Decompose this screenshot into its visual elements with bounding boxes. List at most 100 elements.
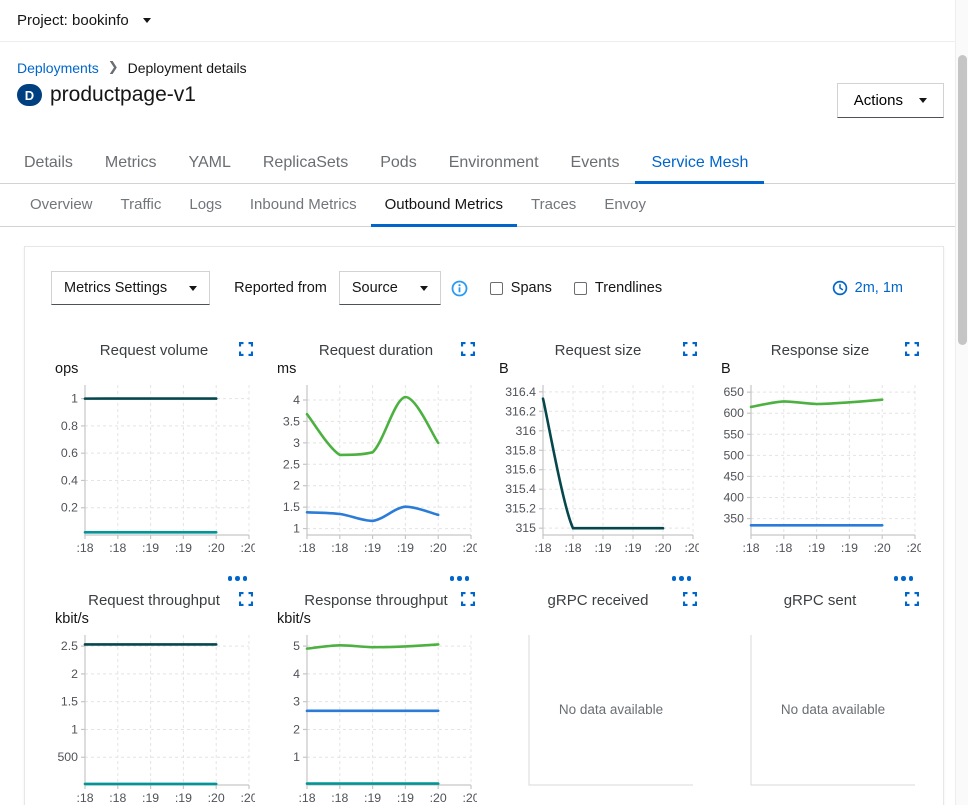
spans-checkbox-group[interactable]: Spans: [490, 280, 552, 296]
chart-request-throughput: Request throughputkbit/s50011.522.5:18:1…: [55, 589, 255, 805]
chevron-right-icon: ❯: [108, 59, 119, 75]
trendlines-checkbox-group[interactable]: Trendlines: [574, 280, 662, 296]
clock-icon: [832, 280, 848, 296]
chart-unit-label: kbit/s: [55, 611, 255, 629]
subtab-traces[interactable]: Traces: [517, 184, 590, 226]
subtab-overview[interactable]: Overview: [16, 184, 107, 226]
spans-label: Spans: [511, 280, 552, 296]
expand-icon[interactable]: [905, 342, 921, 358]
svg-text::18: :18: [331, 791, 348, 805]
svg-text::18: :18: [775, 541, 792, 555]
chart-response-throughput: Response throughputkbit/s12345:18:18:19:…: [277, 589, 477, 805]
expand-icon[interactable]: [905, 592, 921, 608]
chart-kebab-menu[interactable]: [721, 576, 913, 581]
metrics-settings-select[interactable]: Metrics Settings: [51, 271, 210, 305]
svg-text:5: 5: [293, 639, 300, 653]
reported-from-select[interactable]: Source: [339, 271, 441, 305]
svg-text:2.5: 2.5: [283, 457, 300, 471]
svg-text:4: 4: [293, 667, 300, 681]
svg-text:600: 600: [723, 406, 744, 420]
tab-pods[interactable]: Pods: [364, 145, 432, 183]
chart-plot: No data available: [721, 629, 921, 805]
project-selector[interactable]: Project: bookinfo: [17, 12, 151, 29]
chart-title: Response size: [721, 342, 905, 359]
tab-replicasets[interactable]: ReplicaSets: [247, 145, 364, 183]
chart-kebab-menu[interactable]: [499, 576, 691, 581]
chart-title: Request throughput: [55, 592, 239, 609]
svg-text:2.5: 2.5: [61, 639, 78, 653]
chart-header: Response size: [721, 339, 921, 361]
svg-text:1: 1: [71, 392, 78, 406]
svg-text:0.8: 0.8: [61, 419, 78, 433]
svg-text:3: 3: [293, 436, 300, 450]
sub-tabs: OverviewTrafficLogsInbound MetricsOutbou…: [0, 184, 968, 227]
subtab-outbound-metrics[interactable]: Outbound Metrics: [371, 184, 517, 226]
expand-icon[interactable]: [683, 342, 699, 358]
chart-response-size: Response sizeB350400450500550600650:18:1…: [721, 339, 921, 585]
chart-title: gRPC received: [499, 592, 683, 609]
chart-kebab-menu[interactable]: [277, 576, 469, 581]
tab-yaml[interactable]: YAML: [172, 145, 246, 183]
expand-icon[interactable]: [239, 342, 255, 358]
chart-plot: 0.20.40.60.81:18:18:19:19:20:20: [55, 379, 255, 567]
svg-text::18: :18: [534, 541, 551, 555]
trendlines-checkbox[interactable]: [574, 282, 587, 295]
chart-plot: 350400450500550600650:18:18:19:19:20:20: [721, 379, 921, 567]
chevron-down-icon: [189, 286, 197, 291]
chart-unit-label: B: [499, 361, 699, 379]
svg-text::19: :19: [594, 541, 611, 555]
breadcrumb-deployments-link[interactable]: Deployments: [17, 60, 99, 76]
tab-environment[interactable]: Environment: [433, 145, 555, 183]
svg-text:3: 3: [293, 695, 300, 709]
svg-text::20: :20: [654, 541, 671, 555]
expand-icon[interactable]: [461, 592, 477, 608]
time-range-button[interactable]: 2m, 1m: [832, 280, 903, 296]
expand-icon[interactable]: [461, 342, 477, 358]
chart-title: Response throughput: [277, 592, 461, 609]
svg-text::19: :19: [142, 791, 159, 805]
expand-icon[interactable]: [239, 592, 255, 608]
chevron-down-icon: [420, 286, 428, 291]
tab-service-mesh[interactable]: Service Mesh: [635, 145, 764, 183]
chart-unit-label: [721, 611, 921, 629]
svg-text:315.6: 315.6: [505, 463, 536, 477]
svg-text:3.5: 3.5: [283, 414, 300, 428]
tab-details[interactable]: Details: [8, 145, 89, 183]
subtab-inbound-metrics[interactable]: Inbound Metrics: [236, 184, 371, 226]
expand-icon[interactable]: [683, 592, 699, 608]
scrollbar-thumb[interactable]: [958, 55, 967, 345]
subtab-traffic[interactable]: Traffic: [107, 184, 176, 226]
page-title: productpage-v1: [50, 83, 196, 107]
svg-text:1: 1: [293, 522, 300, 536]
page: Project: bookinfo Deployments ❯ Deployme…: [0, 0, 968, 805]
chart-header: gRPC sent: [721, 589, 921, 611]
svg-text::20: :20: [684, 541, 699, 555]
deployment-badge: D: [17, 84, 42, 106]
svg-text:2: 2: [293, 722, 300, 736]
scrollbar[interactable]: [955, 0, 968, 805]
svg-text::19: :19: [364, 791, 381, 805]
subtab-envoy[interactable]: Envoy: [590, 184, 660, 226]
svg-text::19: :19: [397, 541, 414, 555]
spans-checkbox[interactable]: [490, 282, 503, 295]
charts-grid: Request volumeops0.20.40.60.81:18:18:19:…: [55, 339, 943, 805]
chart-request-size: Request sizeB315315.2315.4315.6315.83163…: [499, 339, 699, 585]
chart-plot: 12345:18:18:19:19:20:20: [277, 629, 477, 805]
source-option-label: Source: [352, 280, 398, 296]
svg-text:500: 500: [723, 448, 744, 462]
svg-text:316.4: 316.4: [505, 385, 536, 399]
svg-text:315.2: 315.2: [505, 502, 536, 516]
main-tabs: DetailsMetricsYAMLReplicaSetsPodsEnviron…: [0, 145, 968, 184]
subtab-logs[interactable]: Logs: [175, 184, 236, 226]
svg-text::18: :18: [76, 541, 93, 555]
svg-text:315: 315: [515, 521, 536, 535]
chart-kebab-menu[interactable]: [55, 576, 247, 581]
tab-events[interactable]: Events: [555, 145, 636, 183]
info-icon[interactable]: [451, 280, 468, 297]
metrics-toolbar: Metrics Settings Reported from Source Sp…: [25, 247, 943, 305]
svg-text:1.5: 1.5: [283, 500, 300, 514]
svg-text::20: :20: [462, 541, 477, 555]
tab-metrics[interactable]: Metrics: [89, 145, 173, 183]
actions-button[interactable]: Actions: [837, 83, 944, 118]
svg-text::19: :19: [808, 541, 825, 555]
